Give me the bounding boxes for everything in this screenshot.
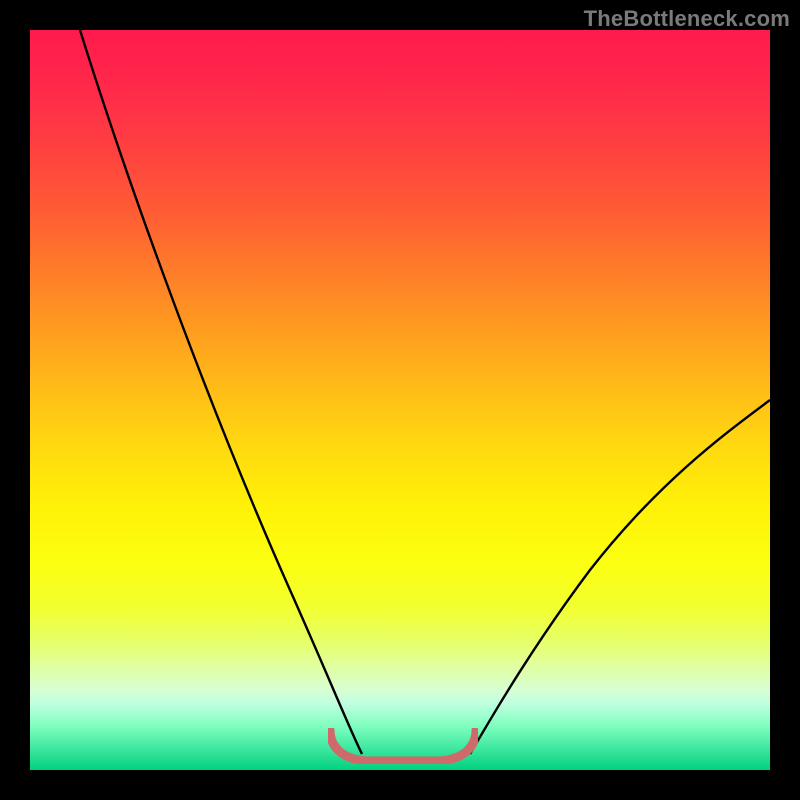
plot-area [30, 30, 770, 770]
bottleneck-curve [30, 30, 770, 770]
curve-right [470, 400, 770, 754]
watermark-text: TheBottleneck.com [584, 6, 790, 32]
curve-left [80, 30, 362, 754]
bottleneck-well-marker [328, 728, 478, 764]
chart-frame: TheBottleneck.com [0, 0, 800, 800]
